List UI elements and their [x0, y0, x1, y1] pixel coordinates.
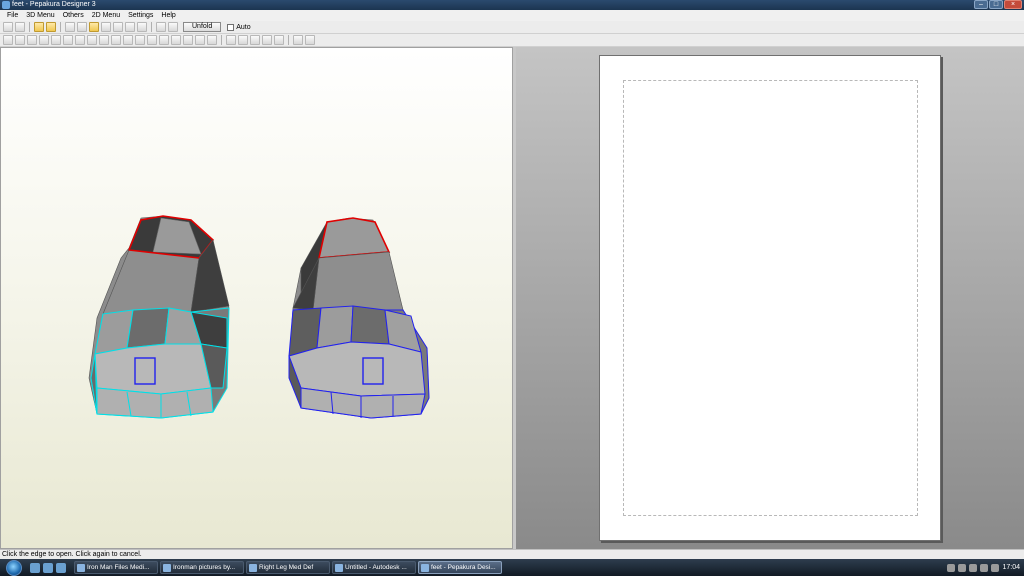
minimize-button[interactable]: – — [974, 0, 988, 9]
task-item[interactable]: Ironman pictures by... — [160, 561, 244, 574]
tool-f-icon[interactable] — [63, 35, 73, 45]
title-bar: feet - Pepakura Designer 3 – □ × — [0, 0, 1024, 10]
tool-r-icon[interactable] — [207, 35, 217, 45]
pan-icon[interactable] — [101, 22, 111, 32]
tool-h-icon[interactable] — [87, 35, 97, 45]
separator — [60, 22, 61, 32]
network-icon[interactable] — [969, 563, 978, 572]
clock[interactable]: 17:04 — [1002, 564, 1020, 571]
anchor-icon[interactable] — [113, 22, 123, 32]
tool-n-icon[interactable] — [159, 35, 169, 45]
tray-icon[interactable] — [991, 563, 1000, 572]
tool-l-icon[interactable] — [135, 35, 145, 45]
window-icon[interactable] — [156, 22, 166, 32]
tool-b-icon[interactable] — [15, 35, 25, 45]
paper-sheet[interactable] — [599, 55, 941, 541]
menu-2d[interactable]: 2D Menu — [88, 10, 124, 21]
task-item-active[interactable]: feet - Pepakura Desi... — [418, 561, 502, 574]
separator — [288, 35, 289, 45]
app-icon — [2, 1, 10, 9]
tool-e-icon[interactable] — [51, 35, 61, 45]
tool-g-icon[interactable] — [75, 35, 85, 45]
tool-m-icon[interactable] — [147, 35, 157, 45]
window-title: feet - Pepakura Designer 3 — [12, 1, 96, 8]
quick-launch — [30, 562, 66, 573]
auto-checkbox[interactable]: Auto — [227, 23, 251, 31]
browser-icon[interactable] — [56, 562, 66, 573]
taskbar: Iron Man Files Medi... Ironman pictures … — [0, 559, 1024, 576]
rotate-icon[interactable] — [65, 22, 75, 32]
open-icon[interactable] — [3, 22, 13, 32]
texture-icon[interactable] — [46, 22, 56, 32]
status-bar: Click the edge to open. Click again to c… — [0, 549, 1024, 559]
align-bottom-icon[interactable] — [274, 35, 284, 45]
checkbox-box[interactable] — [227, 23, 235, 31]
close-button[interactable]: × — [1004, 0, 1022, 9]
volume-icon[interactable] — [980, 563, 989, 572]
print-margin — [623, 80, 918, 516]
2d-pattern-pane[interactable] — [516, 47, 1024, 549]
menu-settings[interactable]: Settings — [124, 10, 157, 21]
save-icon[interactable] — [15, 22, 25, 32]
align-center-icon[interactable] — [238, 35, 248, 45]
3d-view-pane[interactable] — [0, 47, 513, 549]
view-icon[interactable] — [34, 22, 44, 32]
main-toolbar: Unfold Auto — [0, 21, 1024, 34]
tool-c-icon[interactable] — [27, 35, 37, 45]
align-right-icon[interactable] — [250, 35, 260, 45]
redo-icon[interactable] — [305, 35, 315, 45]
color-icon[interactable] — [137, 22, 147, 32]
system-tray: 17:04 — [947, 559, 1020, 576]
tool-i-icon[interactable] — [99, 35, 109, 45]
menu-help[interactable]: Help — [157, 10, 179, 21]
align-left-icon[interactable] — [226, 35, 236, 45]
undo-icon[interactable] — [293, 35, 303, 45]
tool-k-icon[interactable] — [123, 35, 133, 45]
task-list: Iron Man Files Medi... Ironman pictures … — [74, 561, 502, 574]
separator — [151, 22, 152, 32]
start-button[interactable] — [6, 559, 22, 576]
tool-a-icon[interactable] — [3, 35, 13, 45]
menu-others[interactable]: Others — [59, 10, 88, 21]
menu-file[interactable]: File — [3, 10, 22, 21]
tray-icon[interactable] — [947, 563, 956, 572]
tool-j-icon[interactable] — [111, 35, 121, 45]
select-icon[interactable] — [89, 22, 99, 32]
align-top-icon[interactable] — [262, 35, 272, 45]
unfold-button[interactable]: Unfold — [183, 22, 222, 32]
window-controls: – □ × — [974, 0, 1022, 10]
task-item[interactable]: Untitled - Autodesk ... — [332, 561, 416, 574]
left-foot-model[interactable] — [88, 215, 230, 419]
tray-icon[interactable] — [958, 563, 967, 572]
zoom-icon[interactable] — [77, 22, 87, 32]
show-desktop-icon[interactable] — [30, 562, 40, 573]
tool-p-icon[interactable] — [183, 35, 193, 45]
task-item[interactable]: Iron Man Files Medi... — [74, 561, 158, 574]
switch-windows-icon[interactable] — [43, 562, 53, 573]
status-text: Click the edge to open. Click again to c… — [2, 551, 142, 558]
maximize-button[interactable]: □ — [989, 0, 1003, 9]
auto-label: Auto — [236, 23, 251, 31]
tool-o-icon[interactable] — [171, 35, 181, 45]
tool-d-icon[interactable] — [39, 35, 49, 45]
separator — [221, 35, 222, 45]
separator — [29, 22, 30, 32]
menu-bar: File 3D Menu Others 2D Menu Settings Hel… — [0, 10, 1024, 21]
3d-model[interactable] — [1, 48, 512, 548]
menu-3d[interactable]: 3D Menu — [22, 10, 58, 21]
tool-q-icon[interactable] — [195, 35, 205, 45]
right-foot-model[interactable] — [288, 217, 430, 419]
task-item[interactable]: Right Leg Med Def — [246, 561, 330, 574]
frame-icon[interactable] — [168, 22, 178, 32]
edit-icon[interactable] — [125, 22, 135, 32]
edit-toolbar — [0, 34, 1024, 47]
